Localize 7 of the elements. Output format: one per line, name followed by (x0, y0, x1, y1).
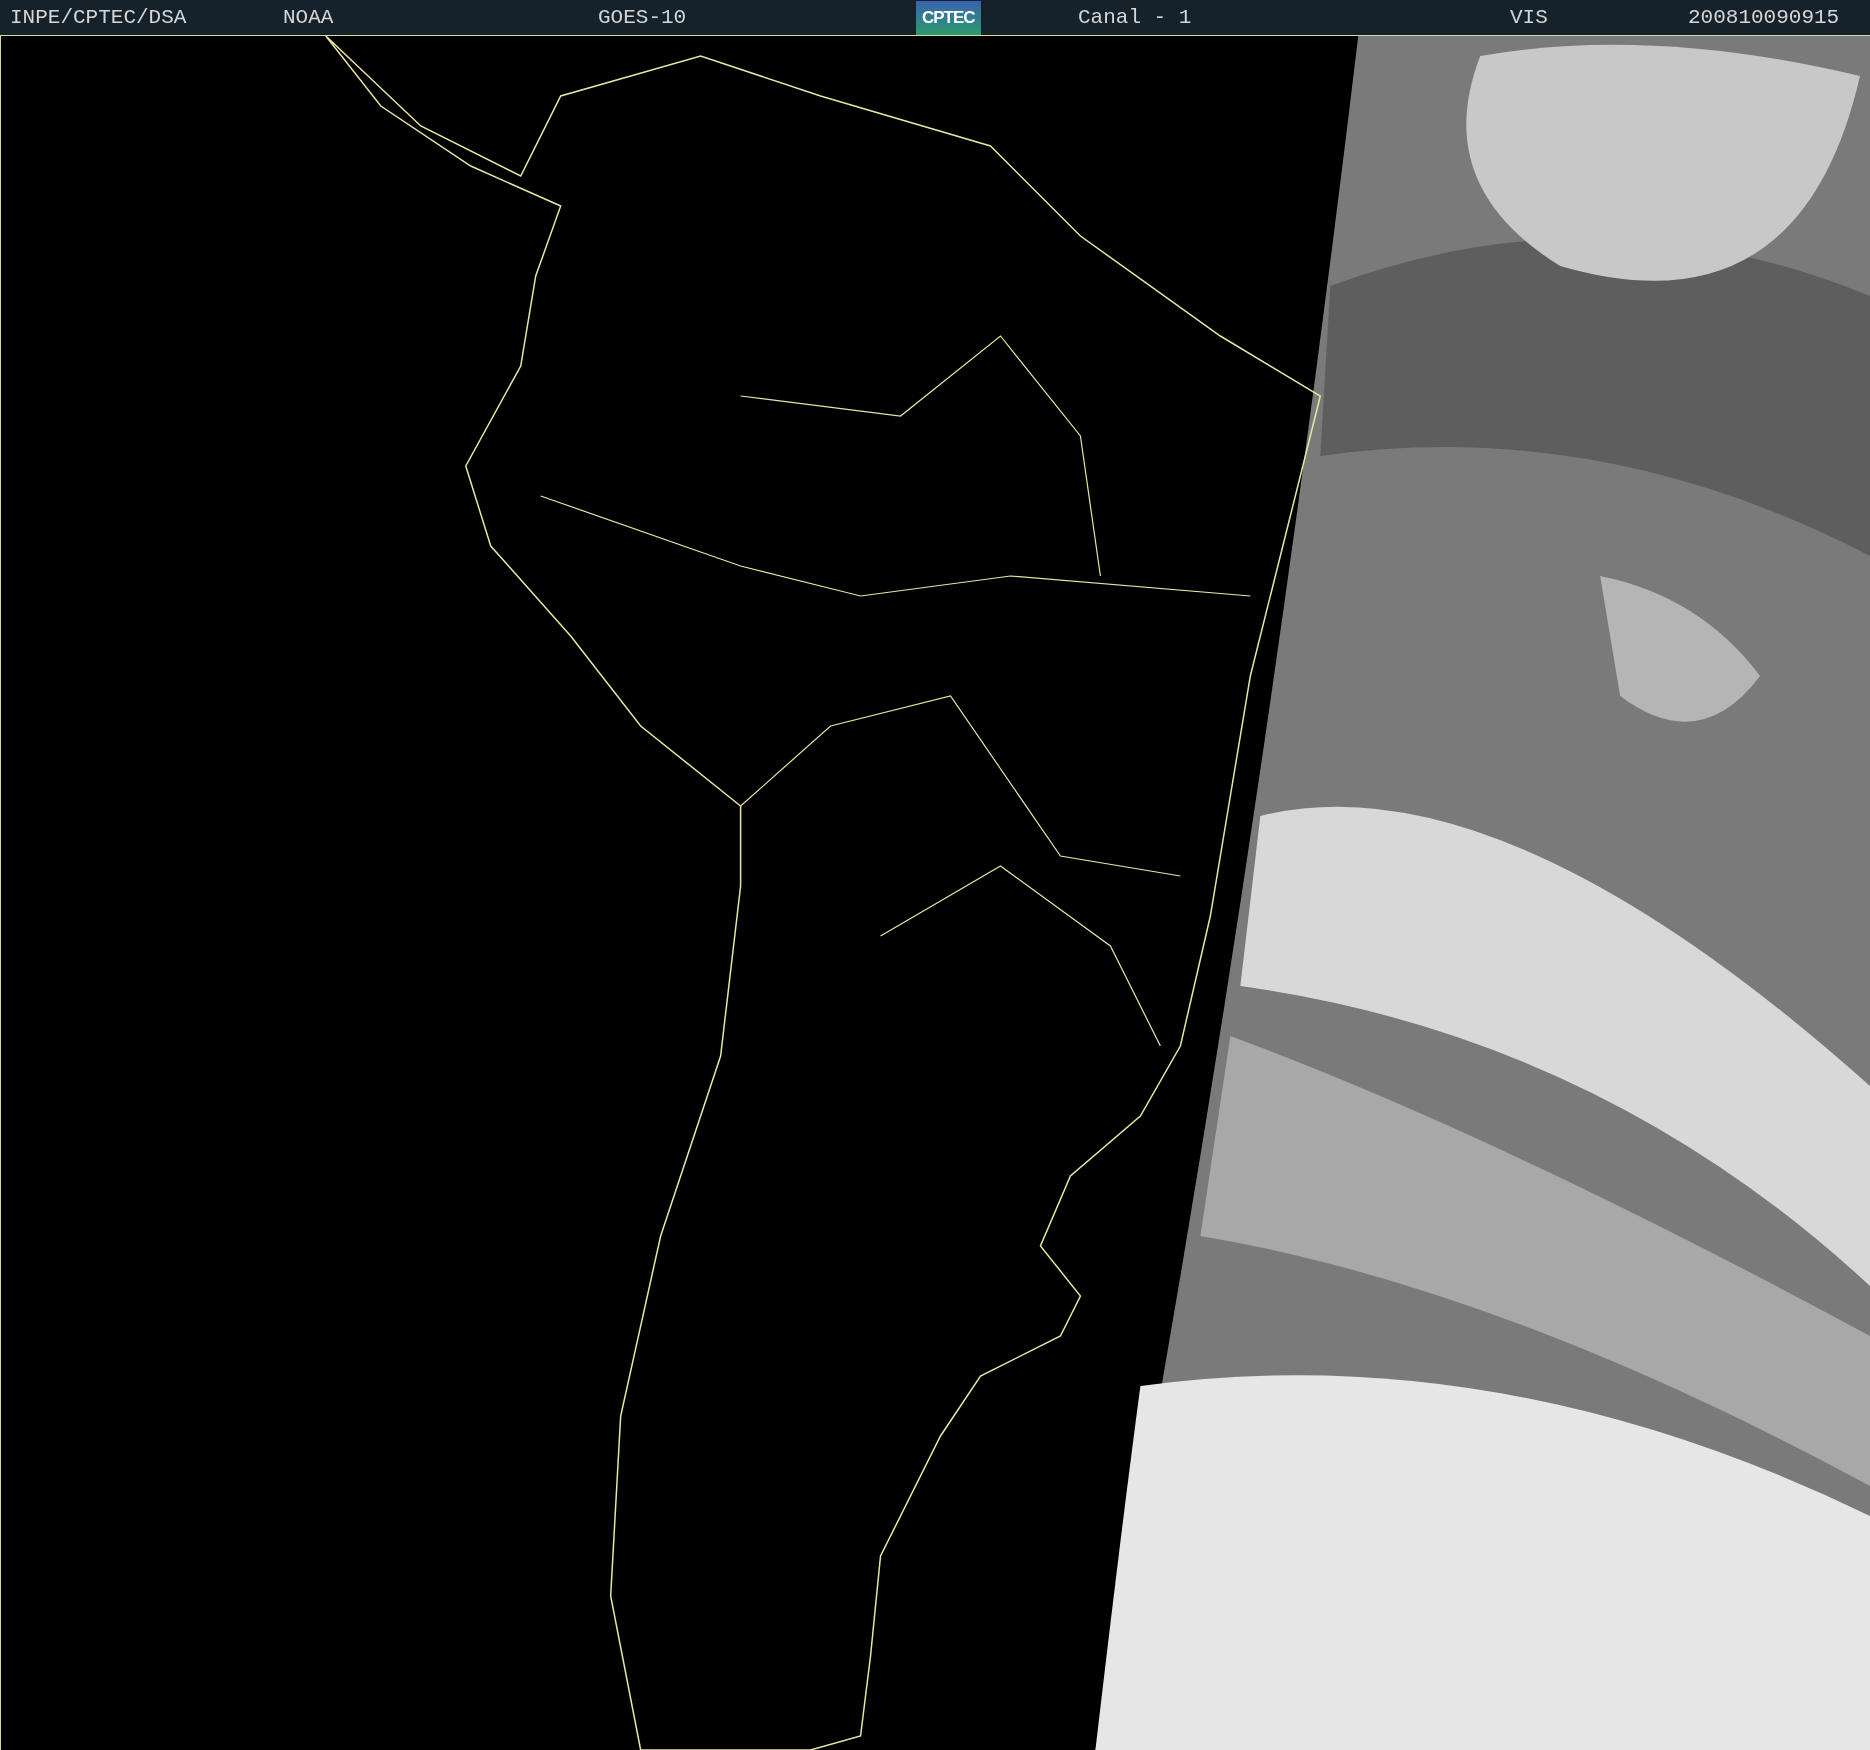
logo: CPTEC (916, 0, 981, 35)
band-label: VIS (1510, 6, 1548, 29)
source-label: INPE/CPTEC/DSA (10, 6, 187, 29)
satellite-label: GOES-10 (598, 6, 687, 29)
channel-label: Canal - 1 (1078, 6, 1192, 29)
agency-label: NOAA (283, 6, 334, 29)
timestamp-label: 200810090915 (1688, 6, 1840, 29)
